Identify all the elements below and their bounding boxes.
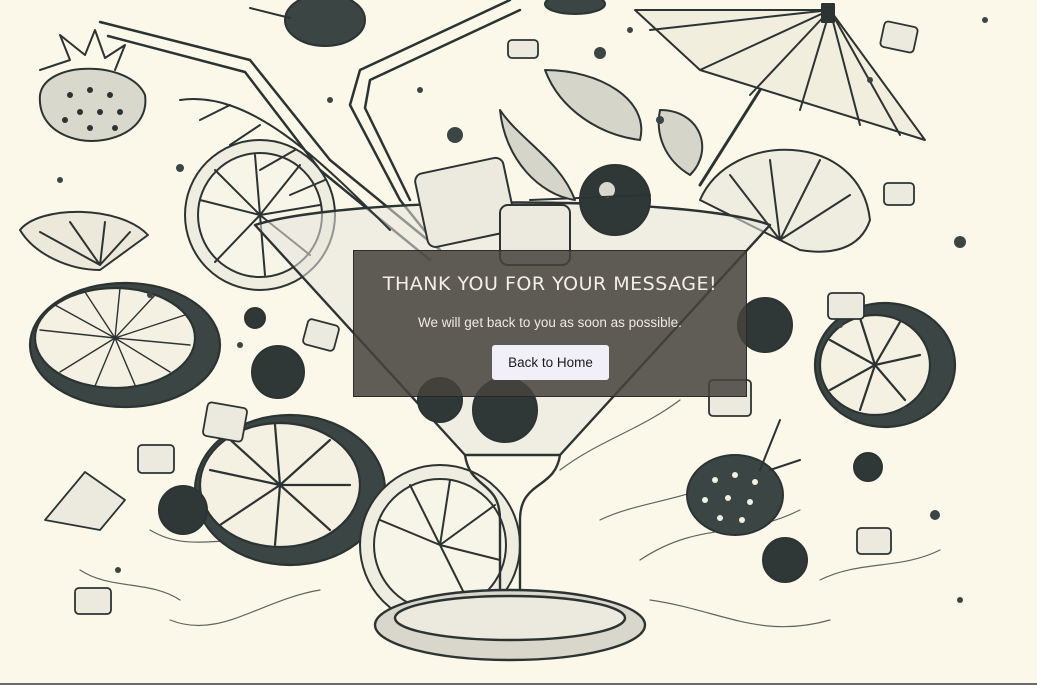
back-to-home-button[interactable]: Back to Home	[492, 345, 609, 380]
lime-half-right	[813, 301, 957, 429]
thank-you-dialog: THANK YOU FOR YOUR MESSAGE! We will get …	[353, 250, 747, 397]
dialog-title: THANK YOU FOR YOUR MESSAGE!	[382, 273, 718, 295]
thank-you-page: THANK YOU FOR YOUR MESSAGE! We will get …	[0, 0, 1037, 685]
dialog-message: We will get back to you as soon as possi…	[418, 315, 682, 330]
lime-half-left	[28, 281, 222, 409]
